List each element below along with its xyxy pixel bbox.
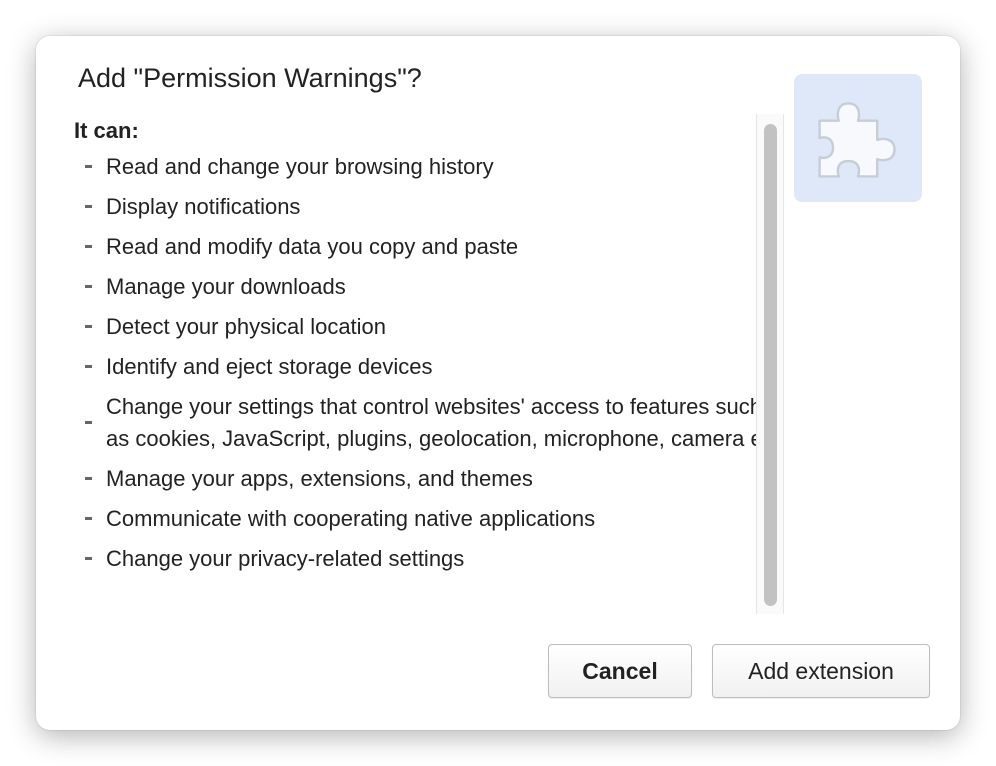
bullet-icon [85,421,92,424]
permission-text: Manage your apps, extensions, and themes [106,466,533,491]
permission-text: Detect your physical location [106,314,387,339]
permission-text: Communicate with cooperating native appl… [106,506,596,531]
bullet-icon [85,477,92,480]
scrollbar-thumb[interactable] [764,124,777,606]
permission-item: Display notifications [74,191,794,223]
bullet-icon [85,325,92,328]
permissions-heading: It can: [74,118,139,143]
permission-text: Change your settings that control websit… [106,394,786,451]
permissions-scrollbar[interactable] [756,114,784,614]
permission-text: Manage your downloads [106,274,346,299]
permission-item: Change your settings that control websit… [74,391,794,455]
bullet-icon [85,165,92,168]
bullet-icon [85,285,92,288]
permission-item: Manage your downloads [74,271,794,303]
permission-text: Change your privacy-related settings [106,546,465,571]
bullet-icon [85,205,92,208]
permission-text: Read and change your browsing history [106,154,494,179]
bullet-icon [85,517,92,520]
extension-icon [794,74,922,202]
add-extension-button[interactable]: Add extension [712,644,930,698]
puzzle-piece-icon [818,102,896,178]
permission-item: Read and change your browsing history [74,151,794,183]
permission-item: Change your privacy-related settings [74,543,794,575]
permission-text: Identify and eject storage devices [106,354,433,379]
permission-text: Display notifications [106,194,301,219]
permission-text: Read and modify data you copy and paste [106,234,519,259]
permission-item: Communicate with cooperating native appl… [74,503,794,535]
cancel-button[interactable]: Cancel [548,644,692,698]
permissions-list: Read and change your browsing history Di… [74,151,794,575]
add-extension-dialog: Add "Permission Warnings"? It can: Read … [36,36,960,730]
bullet-icon [85,557,92,560]
dialog-title: Add "Permission Warnings"? [78,63,422,93]
permission-item: Detect your physical location [74,311,794,343]
bullet-icon [85,365,92,368]
bullet-icon [85,245,92,248]
permission-item: Manage your apps, extensions, and themes [74,463,794,495]
permission-item: Read and modify data you copy and paste [74,231,794,263]
permission-item: Identify and eject storage devices [74,351,794,383]
permissions-scroll-area[interactable]: It can: Read and change your browsing hi… [74,118,794,618]
